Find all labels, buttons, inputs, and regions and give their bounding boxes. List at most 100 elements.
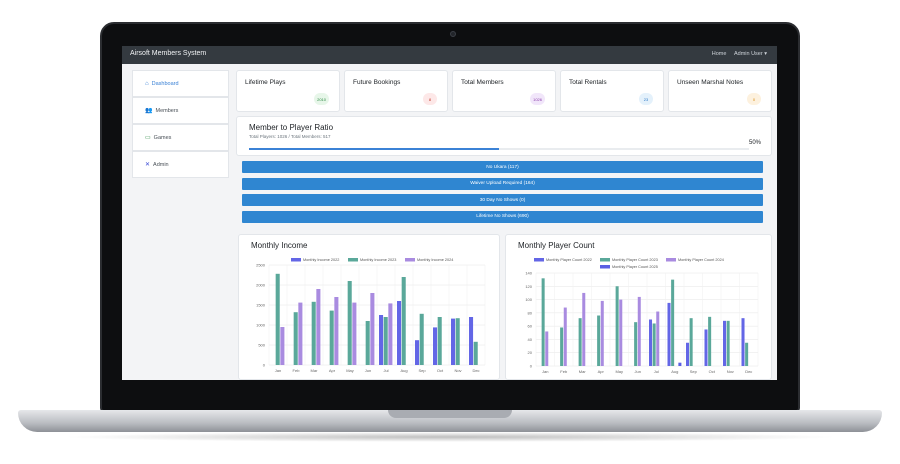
chart-bar <box>597 315 601 366</box>
chart-bar <box>619 299 623 366</box>
y-tick-label: 140 <box>525 271 532 276</box>
chart-bar <box>600 300 604 366</box>
sidebar-item-dashboard[interactable]: ⌂ Dashboard <box>132 70 229 97</box>
chart-bar <box>652 323 656 366</box>
x-tick-label: Aug <box>671 369 678 374</box>
chart-bar <box>329 310 334 365</box>
y-tick-label: 1500 <box>256 303 266 308</box>
chart-bar <box>545 331 549 366</box>
y-tick-label: 60 <box>528 324 533 329</box>
legend-label: Monthly Income 2023 <box>360 258 396 262</box>
chart-bar <box>311 301 316 365</box>
legend-label: Monthly Player Count 2022 <box>546 258 592 262</box>
stat-card-title: Unseen Marshal Notes <box>677 79 744 86</box>
alert-waiver-upload[interactable]: Waiver Upload Required (164) <box>242 177 763 190</box>
chart-bar <box>455 318 460 365</box>
chart-bar <box>726 320 730 366</box>
legend-swatch <box>534 258 544 262</box>
chart-bar <box>667 302 671 366</box>
x-tick-label: Dec <box>745 369 752 374</box>
laptop-notch <box>388 410 512 418</box>
stat-badge: 1026 <box>530 93 545 105</box>
y-tick-label: 40 <box>528 337 533 342</box>
chart-bar <box>578 318 582 366</box>
user-menu[interactable]: Admin User ▾ <box>734 51 767 57</box>
chart-bar <box>563 307 567 366</box>
alert-bars: No Ukara (117) Waiver Upload Required (1… <box>242 161 763 227</box>
legend-label: Monthly Player Count 2023 <box>612 258 658 262</box>
chart-bar <box>704 329 708 366</box>
stat-card-lifetime-plays[interactable]: Lifetime Plays 2010 <box>236 70 340 112</box>
stat-card-title: Lifetime Plays <box>245 79 286 86</box>
chart-bar <box>473 341 478 365</box>
x-tick-label: Aug <box>400 368 407 373</box>
legend-label: Monthly Player Count 2025 <box>612 265 658 269</box>
chart-bar <box>560 327 564 366</box>
chart-bar <box>582 292 586 366</box>
top-navbar: Airsoft Members System Home Admin User ▾ <box>122 46 777 64</box>
stat-badge: 2010 <box>314 93 329 105</box>
chart-bar <box>649 319 653 366</box>
laptop-shadow <box>60 432 840 442</box>
chart-bar <box>615 286 619 366</box>
sidebar-item-label: Games <box>153 134 172 141</box>
chart-bar <box>686 342 690 366</box>
x-tick-label: Nov <box>727 369 734 374</box>
x-tick-label: Mar <box>311 368 319 373</box>
x-tick-label: Oct <box>437 368 444 373</box>
x-tick-label: Feb <box>560 369 568 374</box>
stat-badge: 0 <box>747 93 761 105</box>
chart-bar <box>433 327 438 365</box>
chart-bar <box>678 362 682 366</box>
chart-bar <box>370 293 375 365</box>
chart-bar <box>656 311 660 366</box>
chart-bar <box>352 302 357 365</box>
alert-lifetime-no-shows[interactable]: Lifetime No Shows (690) <box>242 210 763 223</box>
chart-bar <box>745 342 749 366</box>
ratio-percent: 50% <box>748 140 761 146</box>
nav-home-link[interactable]: Home <box>712 51 727 57</box>
app-title[interactable]: Airsoft Members System <box>130 50 206 57</box>
chart-bar <box>275 273 280 365</box>
y-tick-label: 120 <box>525 284 532 289</box>
x-tick-label: Jan <box>542 369 548 374</box>
ratio-progress-fill <box>249 148 499 150</box>
alert-no-ukara[interactable]: No Ukara (117) <box>242 161 763 173</box>
chart-bar <box>397 301 402 365</box>
legend-swatch <box>600 265 610 269</box>
chart-bar <box>634 322 638 366</box>
legend-swatch <box>348 258 358 262</box>
stat-card-future-bookings[interactable]: Future Bookings 8 <box>344 70 448 112</box>
stat-card-total-members[interactable]: Total Members 1026 <box>452 70 556 112</box>
x-tick-label: Sep <box>418 368 426 373</box>
chart-bar <box>541 278 545 366</box>
alert-30-day-no-shows[interactable]: 30 Day No Shows (0) <box>242 194 763 206</box>
sidebar-item-members[interactable]: 👥 Members <box>132 97 229 124</box>
admin-icon: ✕ <box>145 162 151 168</box>
player-count-chart: Monthly Player Count 2022 Monthly Player … <box>525 258 759 374</box>
stat-card-marshal-notes[interactable]: Unseen Marshal Notes 0 <box>668 70 772 112</box>
stat-cards: Lifetime Plays 2010 Future Bookings 8 To… <box>236 70 772 112</box>
x-tick-label: Nov <box>454 368 461 373</box>
y-tick-label: 20 <box>528 350 533 355</box>
chart-bar <box>451 318 456 365</box>
sidebar-item-admin[interactable]: ✕ Admin <box>132 151 229 178</box>
stat-badge: 8 <box>423 93 437 105</box>
games-icon: ▭ <box>145 135 151 141</box>
y-tick-label: 80 <box>528 310 533 315</box>
chart-bar <box>419 313 424 365</box>
ratio-panel: Member to Player Ratio Total Players: 10… <box>236 116 772 156</box>
stat-card-total-rentals[interactable]: Total Rentals 23 <box>560 70 664 112</box>
chart-bar <box>388 303 393 365</box>
chart-bar <box>293 312 298 365</box>
chart-bar <box>379 315 384 365</box>
sidebar-item-games[interactable]: ▭ Games <box>132 124 229 151</box>
x-tick-label: Oct <box>709 369 716 374</box>
members-icon: 👥 <box>145 108 153 114</box>
chart-bar <box>365 321 370 365</box>
y-tick-label: 500 <box>258 343 265 348</box>
chart-bar <box>689 318 693 366</box>
ratio-progress-track <box>249 148 749 150</box>
app-screen: Airsoft Members System Home Admin User ▾… <box>122 46 777 380</box>
x-tick-label: Jun <box>635 369 641 374</box>
